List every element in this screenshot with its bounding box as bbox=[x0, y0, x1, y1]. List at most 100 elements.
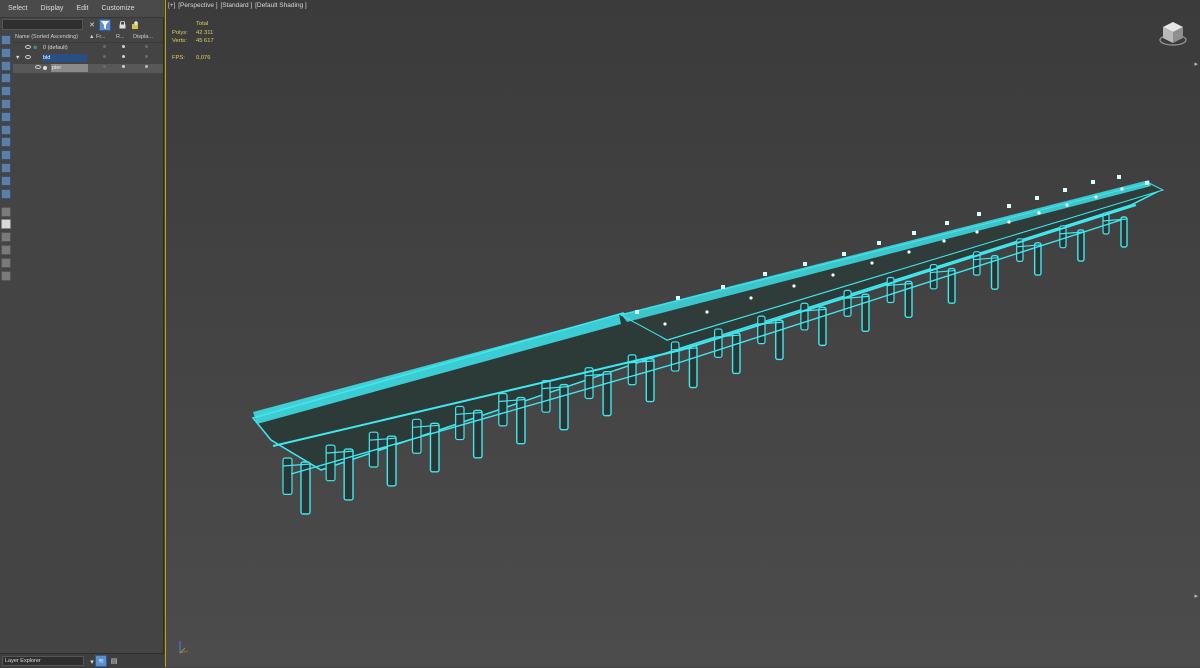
invert-selection-icon[interactable] bbox=[1, 232, 11, 243]
visibility-eye-icon[interactable] bbox=[25, 55, 31, 59]
bridge-crossbeam bbox=[930, 269, 956, 274]
column-render[interactable]: R... bbox=[116, 34, 125, 40]
lamp-post bbox=[977, 212, 981, 216]
display-helpers-icon[interactable] bbox=[1, 98, 11, 109]
lamp-post bbox=[721, 285, 725, 289]
add-layer-icon[interactable] bbox=[129, 19, 141, 31]
render-toggle-icon[interactable] bbox=[122, 65, 125, 68]
display-bones-icon[interactable] bbox=[1, 150, 11, 161]
bridge-pier bbox=[645, 358, 655, 403]
menu-display[interactable]: Display bbox=[32, 5, 68, 12]
bridge-pier-back bbox=[627, 354, 637, 386]
perspective-viewport[interactable]: [+] [Perspective ] [Standard ] [Default … bbox=[165, 0, 1200, 667]
bridge-crossbeam bbox=[1102, 218, 1128, 222]
layer-label-bld[interactable]: bld bbox=[42, 54, 87, 62]
bridge-model[interactable] bbox=[166, 0, 1200, 667]
freeze-toggle-icon[interactable] bbox=[103, 55, 106, 58]
bridge-pier-back bbox=[368, 431, 379, 468]
stats-verts-value: 45 617 bbox=[196, 38, 214, 44]
display-objects-icon[interactable] bbox=[1, 35, 11, 45]
lamp-post bbox=[1035, 196, 1039, 200]
freeze-toggle-icon[interactable] bbox=[103, 65, 106, 68]
display-geometry-icon[interactable] bbox=[1, 47, 11, 58]
expand-arrow-icon[interactable]: ▼ bbox=[15, 55, 20, 61]
sync-selection-icon[interactable] bbox=[1, 244, 11, 255]
display-toggle-icon[interactable] bbox=[145, 55, 148, 58]
lamp-post bbox=[676, 296, 680, 300]
bridge-pier-back bbox=[843, 289, 852, 317]
bridge-pier bbox=[343, 448, 354, 501]
visibility-eye-icon[interactable] bbox=[35, 65, 41, 69]
column-display[interactable]: Displa... bbox=[133, 34, 153, 40]
display-cameras-icon[interactable] bbox=[1, 86, 11, 97]
viewcube-icon[interactable] bbox=[1158, 18, 1188, 48]
layer-row-bld[interactable]: ▼ bld bbox=[13, 54, 163, 63]
menu-select[interactable]: Select bbox=[0, 5, 32, 12]
viewport-scroll-arrow-icon[interactable]: ▸ bbox=[1194, 60, 1198, 68]
display-shapes-icon[interactable] bbox=[1, 60, 11, 71]
menu-customize[interactable]: Customize bbox=[93, 5, 139, 12]
viewport-general-menu[interactable]: [+] bbox=[168, 2, 175, 9]
bridge-pier bbox=[1033, 242, 1042, 276]
bridge-crossbeam bbox=[757, 321, 784, 325]
display-toggle-icon[interactable] bbox=[145, 45, 148, 48]
menu-edit[interactable]: Edit bbox=[68, 5, 93, 12]
display-groups-icon[interactable] bbox=[1, 124, 11, 135]
bridge-pier bbox=[300, 461, 311, 515]
viewport-scroll-arrow-icon[interactable]: ▸ bbox=[1194, 592, 1198, 600]
bridge-crossbeam bbox=[585, 373, 612, 377]
bridge-pier bbox=[947, 267, 956, 304]
bridge-pier-back bbox=[584, 367, 594, 400]
viewport-point-of-view-menu[interactable]: [Perspective ] bbox=[178, 2, 217, 9]
column-name[interactable]: Name (Sorted Ascending) bbox=[15, 34, 78, 40]
lamp-post bbox=[842, 252, 846, 256]
bridge-girder-lower bbox=[290, 219, 1122, 475]
bridge-pier-back bbox=[800, 302, 809, 331]
bridge-pier bbox=[386, 435, 397, 487]
display-xrefs-icon[interactable] bbox=[1, 137, 11, 148]
bridge-pier bbox=[818, 306, 827, 347]
bridge-pier-back bbox=[455, 405, 465, 441]
bridge-pier-back bbox=[757, 315, 766, 345]
bridge-pier bbox=[1077, 229, 1085, 262]
lock-icon[interactable] bbox=[116, 19, 128, 31]
layer-options-icon[interactable] bbox=[1, 270, 11, 281]
filter-icon[interactable] bbox=[99, 19, 111, 31]
bridge-pier-back bbox=[541, 380, 551, 413]
object-row-pier[interactable]: pier bbox=[13, 64, 163, 73]
bridge-pier bbox=[731, 332, 741, 375]
freeze-toggle-icon[interactable] bbox=[103, 45, 106, 48]
scene-explorer-panel: Select Display Edit Customize ✕ Name (So… bbox=[0, 0, 164, 668]
display-lights-icon[interactable] bbox=[1, 73, 11, 84]
visibility-eye-icon[interactable] bbox=[25, 45, 31, 49]
object-label-pier[interactable]: pier bbox=[51, 64, 88, 72]
layer-row-default[interactable]: ≋ 0 (default) bbox=[13, 44, 163, 53]
render-toggle-icon[interactable] bbox=[122, 45, 125, 48]
bridge-pier-back bbox=[972, 251, 981, 276]
render-toggle-icon[interactable] bbox=[122, 55, 125, 58]
column-frozen[interactable]: ▲ Fr... bbox=[89, 34, 105, 40]
stats-fps-label: FPS: bbox=[172, 54, 185, 61]
close-icon[interactable]: ✕ bbox=[86, 19, 98, 31]
select-all-icon[interactable] bbox=[1, 206, 11, 217]
search-input[interactable] bbox=[2, 19, 83, 30]
filter-toggle-icon[interactable] bbox=[1, 257, 11, 268]
select-none-icon[interactable] bbox=[1, 219, 11, 230]
explorer-selector-dropdown[interactable]: Layer Explorer bbox=[2, 656, 84, 666]
layer-mode-icon[interactable]: ≋ bbox=[95, 655, 107, 667]
display-spacewarps-icon[interactable] bbox=[1, 111, 11, 122]
bridge-crossbeam bbox=[714, 334, 741, 338]
scene-mode-icon[interactable]: ▤ bbox=[108, 655, 120, 667]
bridge-railing bbox=[253, 314, 621, 424]
layer-label-default[interactable]: 0 (default) bbox=[43, 45, 68, 51]
display-frozen-icon[interactable] bbox=[1, 175, 11, 186]
display-containers-icon[interactable] bbox=[1, 162, 11, 173]
bridge-pier bbox=[990, 254, 999, 290]
lamp-post bbox=[1091, 180, 1095, 184]
bridge-crossbeam bbox=[1059, 231, 1085, 235]
explorer-side-toolbar bbox=[0, 33, 12, 283]
viewport-shading-menu[interactable]: [Default Shading ] bbox=[255, 2, 307, 9]
display-toggle-icon[interactable] bbox=[145, 65, 148, 68]
display-hidden-icon[interactable] bbox=[1, 188, 11, 199]
viewport-standard-menu[interactable]: [Standard ] bbox=[220, 2, 252, 9]
